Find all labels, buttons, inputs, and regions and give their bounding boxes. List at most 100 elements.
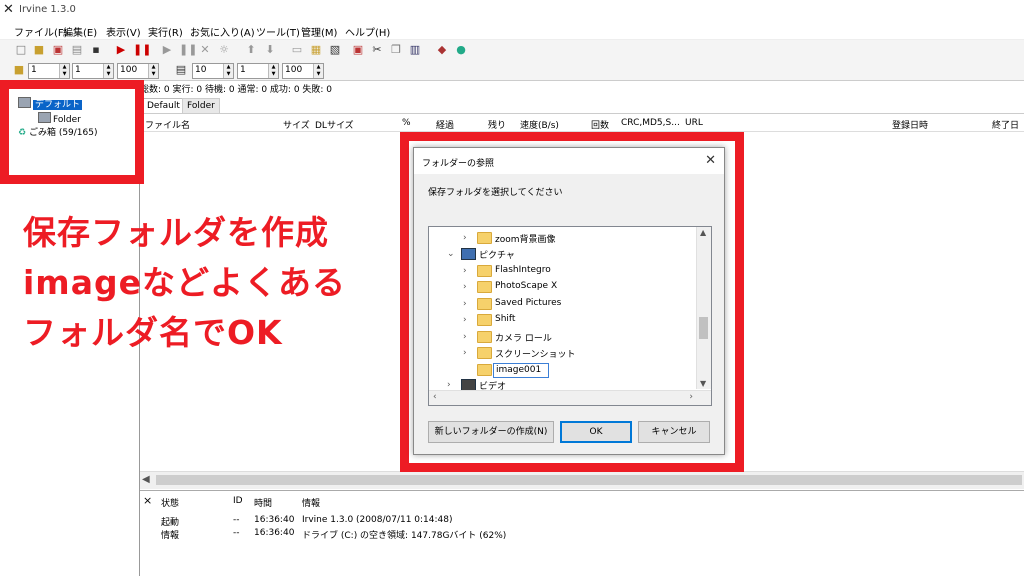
menu-favorites[interactable]: お気に入り(A)	[190, 24, 255, 39]
cut-icon[interactable]: ✂	[370, 43, 384, 57]
scroll-right-icon[interactable]: ›	[689, 392, 693, 402]
list-horizontal-scrollbar[interactable]: ◀	[140, 471, 1024, 489]
col-elapsed[interactable]: 経過	[436, 118, 454, 131]
new-folder-button[interactable]: 新しいフォルダーの作成(N)	[428, 421, 554, 443]
chevron-right-icon[interactable]: ›	[463, 233, 467, 243]
col-remaining[interactable]: 残り	[488, 118, 506, 131]
start-icon[interactable]: ▶	[114, 43, 128, 57]
queue-icon[interactable]: ▧	[328, 43, 342, 57]
col-size[interactable]: サイズ	[283, 118, 310, 131]
move-down-icon[interactable]: ⬇	[263, 43, 277, 57]
chevron-down-icon[interactable]: ⌄	[447, 249, 455, 259]
globe-icon[interactable]: ●	[454, 43, 468, 57]
menu-file[interactable]: ファイル(F)	[14, 24, 68, 39]
spinner-1[interactable]: 1 ▲ ▼	[28, 63, 70, 79]
spinner-6[interactable]: 100 ▲ ▼	[282, 63, 324, 79]
menu-edit[interactable]: 編集(E)	[63, 24, 97, 39]
pictures-icon	[461, 248, 476, 260]
spinner-arrows-icon[interactable]: ▲ ▼	[59, 64, 69, 78]
spinner-arrows-icon[interactable]: ▲ ▼	[268, 64, 278, 78]
col-count[interactable]: 回数	[591, 118, 609, 131]
folder-icon	[477, 232, 492, 244]
spinner-5[interactable]: 1 ▲ ▼	[237, 63, 279, 79]
folder-tree-horizontal-scrollbar[interactable]: ‹ ›	[429, 390, 711, 405]
log-close-icon[interactable]: ×	[143, 494, 152, 507]
scroll-left-icon[interactable]: ‹	[433, 392, 437, 402]
log-col-state: 状態	[161, 499, 180, 509]
col-url[interactable]: URL	[685, 118, 703, 128]
folder-settings-icon[interactable]: ▦	[309, 43, 323, 57]
col-finished[interactable]: 終了日	[992, 118, 1019, 131]
properties-icon[interactable]: ▭	[290, 43, 304, 57]
scroll-thumb[interactable]	[699, 317, 708, 339]
annotation-line-1: 保存フォルダを作成	[23, 213, 329, 252]
tree-row-new-folder[interactable]: image001	[429, 362, 697, 378]
tab-folder[interactable]: Folder	[182, 98, 220, 113]
col-speed[interactable]: 速度(B/s)	[520, 118, 559, 131]
spinner-arrows-icon[interactable]: ▲ ▼	[223, 64, 233, 78]
play-icon[interactable]: ▶	[160, 43, 174, 57]
tree-row-screenshots[interactable]: › スクリーンショット	[429, 345, 697, 361]
tree-row-photoscape[interactable]: › PhotoScape X	[429, 279, 697, 295]
copy-icon[interactable]: ▤	[70, 43, 84, 57]
clear-icon[interactable]: ☼	[217, 43, 231, 57]
export-icon[interactable]: ▣	[351, 43, 365, 57]
chevron-right-icon[interactable]: ›	[463, 348, 467, 358]
chevron-right-icon[interactable]: ›	[447, 380, 451, 390]
spinner-2[interactable]: 1 ▲ ▼	[72, 63, 114, 79]
spinner-3-value: 100	[120, 65, 138, 75]
tree-row-camera-roll[interactable]: › カメラ ロール	[429, 329, 697, 345]
tab-default[interactable]: Default	[142, 98, 185, 113]
menu-view[interactable]: 表示(V)	[106, 24, 141, 39]
menu-help[interactable]: ヘルプ(H)	[345, 24, 390, 39]
books-icon[interactable]: ◆	[435, 43, 449, 57]
tree-row-pictures[interactable]: ⌄ ピクチャ	[429, 246, 697, 262]
chevron-right-icon[interactable]: ›	[463, 299, 467, 309]
new-icon[interactable]: □	[14, 43, 28, 57]
chevron-right-icon[interactable]: ›	[463, 282, 467, 292]
col-crc[interactable]: CRC,MD5,S...	[621, 118, 680, 128]
menu-run[interactable]: 実行(R)	[148, 24, 183, 39]
tree-row-shift[interactable]: › Shift	[429, 312, 697, 328]
close-icon[interactable]: ✕	[705, 153, 716, 168]
spinner-3[interactable]: 100 ▲ ▼	[117, 63, 159, 79]
folder-icon	[477, 281, 492, 293]
save-icon[interactable]: ▪	[89, 43, 103, 57]
spinner-arrows-icon[interactable]: ▲ ▼	[103, 64, 113, 78]
col-percent[interactable]: %	[402, 118, 411, 128]
spinner-arrows-icon[interactable]: ▲ ▼	[148, 64, 158, 78]
open-folder-icon[interactable]: ■	[32, 43, 46, 57]
pause-icon[interactable]: ❚❚	[179, 43, 197, 57]
chevron-right-icon[interactable]: ›	[463, 332, 467, 342]
spinner-4[interactable]: 10 ▲ ▼	[192, 63, 234, 79]
log-icon[interactable]: ▥	[408, 43, 422, 57]
tree-row-zoom[interactable]: › zoom背景画像	[429, 230, 697, 246]
cancel-button[interactable]: キャンセル	[638, 421, 710, 443]
menu-manage[interactable]: 管理(M)	[301, 24, 337, 39]
folder-tree-vertical-scrollbar[interactable]: ▲ ▼	[696, 227, 711, 389]
chevron-right-icon[interactable]: ›	[463, 266, 467, 276]
scroll-left-icon[interactable]: ◀	[142, 474, 150, 485]
ok-button[interactable]: OK	[560, 421, 632, 443]
folder-icon	[477, 364, 492, 376]
new-folder-name-input[interactable]: image001	[493, 363, 549, 378]
highlight-box-tree	[0, 80, 144, 184]
copy2-icon[interactable]: ❐	[389, 43, 403, 57]
import-icon[interactable]: ▣	[51, 43, 65, 57]
stop-all-icon[interactable]: ❚❚	[133, 43, 151, 57]
scroll-down-icon[interactable]: ▼	[700, 379, 706, 388]
spinner-arrows-icon[interactable]: ▲ ▼	[313, 64, 323, 78]
cancel-icon[interactable]: ✕	[198, 43, 212, 57]
tree-row-label: スクリーンショット	[495, 350, 576, 360]
scroll-up-icon[interactable]: ▲	[700, 228, 706, 237]
scroll-thumb[interactable]	[156, 475, 1022, 485]
tree-row-flashintegro[interactable]: › FlashIntegro	[429, 263, 697, 279]
col-filename[interactable]: ファイル名	[145, 118, 190, 131]
tree-row-saved-pictures[interactable]: › Saved Pictures	[429, 296, 697, 312]
log-row-2-id: --	[233, 528, 240, 538]
col-registered[interactable]: 登録日時	[892, 118, 928, 131]
chevron-right-icon[interactable]: ›	[463, 315, 467, 325]
move-up-icon[interactable]: ⬆	[244, 43, 258, 57]
col-dl-size[interactable]: DLサイズ	[315, 118, 354, 131]
menu-tools[interactable]: ツール(T)	[256, 24, 300, 39]
